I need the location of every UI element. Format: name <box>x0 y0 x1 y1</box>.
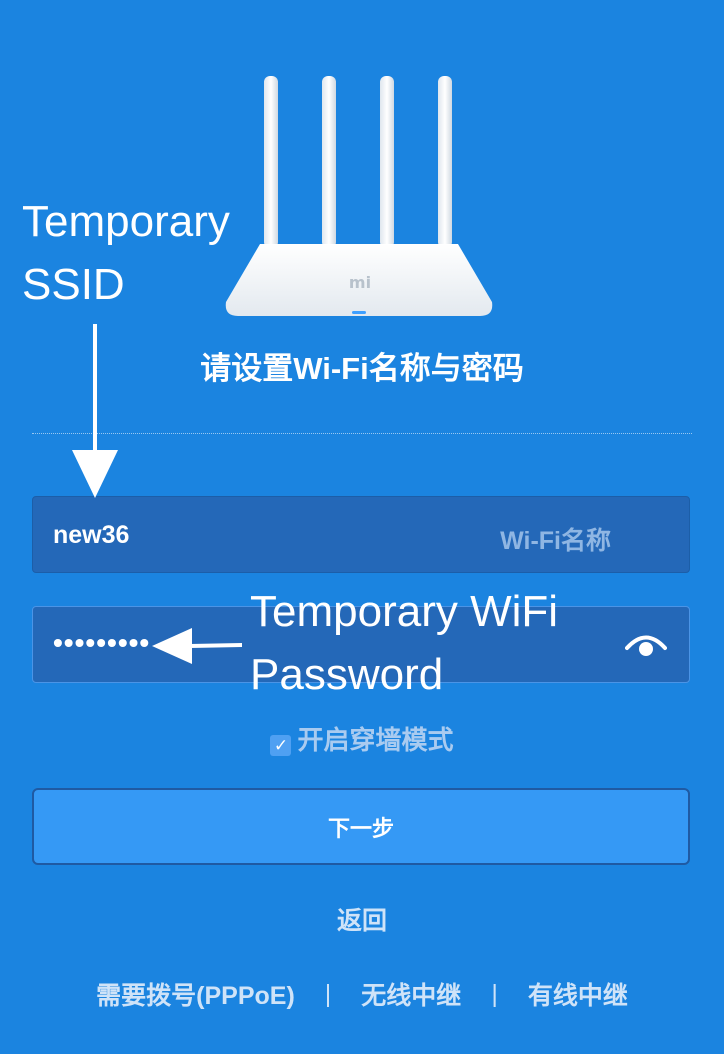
link-separator: | <box>491 979 498 1008</box>
password-annotation: Temporary WiFi Password <box>250 587 559 699</box>
ssid-value: new36 <box>53 521 130 549</box>
wired-relay-link[interactable]: 有线中继 <box>528 976 628 1012</box>
next-button[interactable]: 下一步 <box>32 788 690 865</box>
ssid-arrow-icon <box>72 324 118 498</box>
ssid-annotation: Temporary SSID <box>22 197 230 309</box>
eye-icon[interactable] <box>625 631 667 661</box>
svg-text:mi: mi <box>349 273 371 292</box>
divider <box>32 433 692 434</box>
wireless-relay-link[interactable]: 无线中继 <box>361 976 461 1012</box>
ssid-input[interactable]: new36 Wi-Fi名称 <box>32 496 690 573</box>
pppoe-link[interactable]: 需要拨号(PPPoE) <box>96 976 295 1012</box>
link-separator: | <box>324 979 332 1008</box>
ssid-placeholder: Wi-Fi名称 <box>500 527 611 555</box>
wall-mode-checkbox[interactable]: ✓ <box>270 735 292 756</box>
password-arrow-icon <box>152 628 242 664</box>
wall-mode-option[interactable]: ✓ 开启穿墙模式 <box>0 720 724 757</box>
back-link[interactable]: 返回 <box>0 901 724 937</box>
wall-mode-label: 开启穿墙模式 <box>297 725 454 755</box>
bottom-links: 需要拨号(PPPoE) | 无线中继 | 有线中继 <box>0 976 724 1012</box>
router-illustration: mi <box>225 76 493 316</box>
password-value: ••••••••• <box>53 627 151 658</box>
